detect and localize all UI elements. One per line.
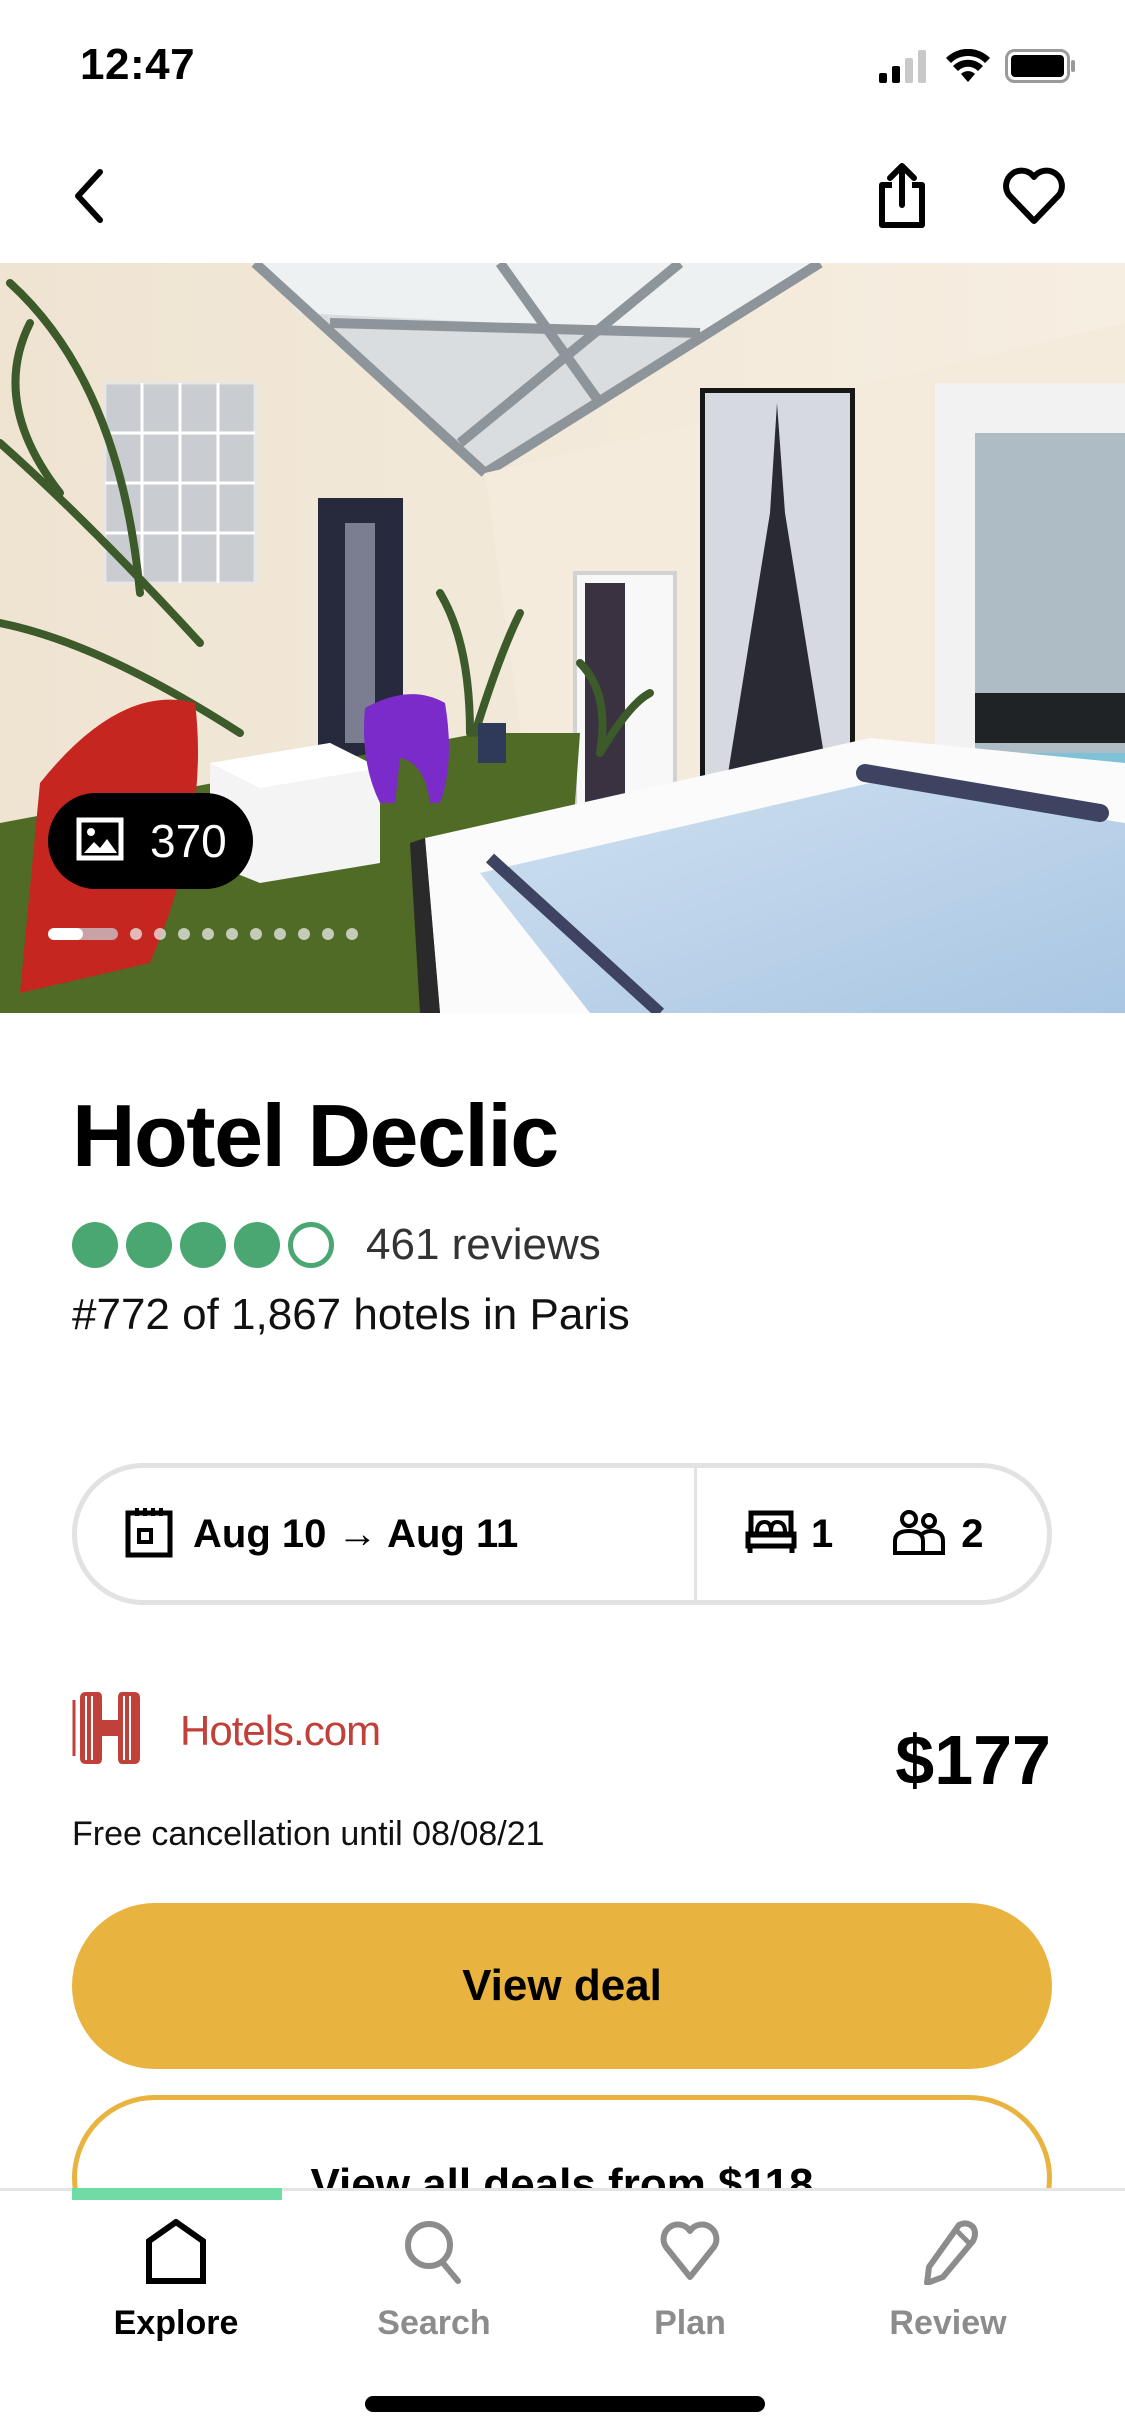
image-icon <box>76 817 124 866</box>
active-tab-indicator <box>72 2188 282 2200</box>
photo-count: 370 <box>150 815 227 867</box>
home-icon <box>145 2218 207 2290</box>
hero-photo[interactable]: 370 <box>0 263 1125 1013</box>
carousel-dot[interactable] <box>346 928 358 940</box>
share-button[interactable] <box>864 160 940 236</box>
guests-icon <box>891 1509 947 1560</box>
tab-explore[interactable]: Explore <box>66 2218 286 2343</box>
carousel-dot-active[interactable] <box>48 928 118 940</box>
pencil-icon <box>917 2219 979 2290</box>
view-deal-button[interactable]: View deal <box>72 1903 1052 2069</box>
rating-bubble-empty <box>288 1222 334 1268</box>
tab-review[interactable]: Review <box>838 2219 1058 2343</box>
rating-bubble-filled <box>126 1222 172 1268</box>
reviews-count-link[interactable]: 461 reviews <box>366 1220 601 1270</box>
carousel-dot[interactable] <box>154 928 166 940</box>
carousel-dots[interactable] <box>48 928 358 940</box>
carousel-dot[interactable] <box>202 928 214 940</box>
cellular-signal-icon <box>879 49 931 88</box>
hotel-name: Hotel Declic <box>72 1086 559 1185</box>
battery-icon <box>1005 48 1077 88</box>
bed-icon <box>745 1510 797 1559</box>
status-icons <box>879 48 1077 88</box>
rooms-guests-selector[interactable]: 1 2 <box>697 1468 1047 1600</box>
carousel-progress-fill <box>48 928 83 940</box>
tab-plan[interactable]: Plan <box>580 2219 800 2343</box>
heart-icon <box>1001 167 1067 230</box>
carousel-dot[interactable] <box>274 928 286 940</box>
carousel-dot[interactable] <box>298 928 310 940</box>
tab-search[interactable]: Search <box>324 2219 544 2343</box>
carousel-dot[interactable] <box>178 928 190 940</box>
search-icon <box>403 2219 465 2290</box>
status-time: 12:47 <box>80 40 196 89</box>
wifi-icon <box>945 48 991 88</box>
tab-label: Search <box>377 2304 491 2342</box>
carousel-dot[interactable] <box>250 928 262 940</box>
hotel-rank: #772 of 1,867 hotels in Paris <box>72 1290 630 1339</box>
carousel-dot[interactable] <box>130 928 142 940</box>
calendar-icon <box>125 1506 173 1563</box>
rating-row[interactable]: 461 reviews <box>72 1220 601 1270</box>
rating-bubble-filled <box>72 1222 118 1268</box>
hotels-com-logo-icon <box>72 1690 148 1771</box>
partner-name: Hotels.com <box>180 1706 381 1754</box>
carousel-dot[interactable] <box>226 928 238 940</box>
carousel-dot[interactable] <box>322 928 334 940</box>
share-icon <box>874 162 930 234</box>
back-button[interactable] <box>52 160 128 236</box>
date-selector[interactable]: Aug 10 → Aug 11 <box>77 1468 697 1600</box>
rating-bubble-filled <box>180 1222 226 1268</box>
home-indicator[interactable] <box>365 2396 765 2412</box>
tab-label: Review <box>889 2304 1007 2342</box>
cancellation-policy: Free cancellation until 08/08/21 <box>72 1815 545 1853</box>
heart-icon <box>659 2219 721 2290</box>
tab-label: Explore <box>113 2304 239 2342</box>
rating-bubble-filled <box>234 1222 280 1268</box>
date-range: Aug 10 → Aug 11 <box>193 1511 519 1556</box>
chevron-left-icon <box>70 168 110 229</box>
hotel-photo-image <box>0 263 1125 1013</box>
rooms-count: 1 <box>811 1511 834 1556</box>
guests-count: 2 <box>961 1511 984 1556</box>
photo-count-button[interactable]: 370 <box>48 793 253 889</box>
deal-price: $177 <box>895 1721 1051 1799</box>
booking-selector: Aug 10 → Aug 11 1 2 <box>72 1463 1052 1605</box>
tab-label: Plan <box>654 2304 726 2342</box>
partner-logo: Hotels.com <box>72 1690 381 1771</box>
save-button[interactable] <box>996 160 1072 236</box>
rating-bubbles <box>72 1222 342 1268</box>
